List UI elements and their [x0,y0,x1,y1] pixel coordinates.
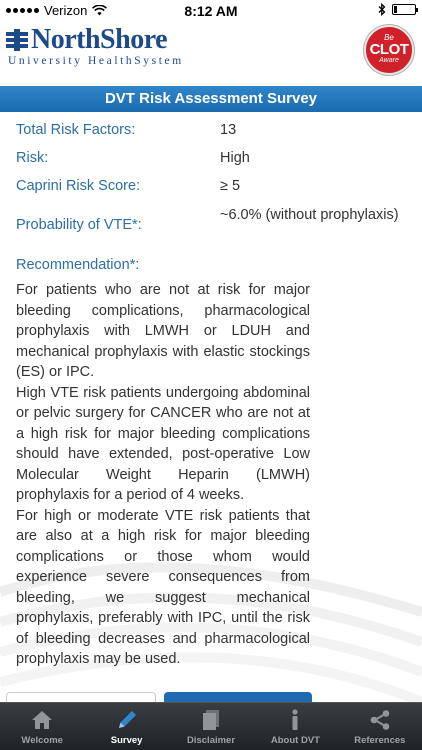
tab-bar: Welcome Survey Disclaimer About DVT Refe… [0,702,422,750]
battery-level [394,6,397,13]
logo-name: NorthShore [31,24,168,55]
vte-probability-value: ~6.0% (without prophylaxis) [220,207,399,223]
northshore-logo: NorthShore University HealthSystem [6,26,221,67]
risk-value: High [220,150,250,166]
risk-label: Risk: [16,150,49,166]
tab-label: Welcome [21,735,63,746]
badge-line3: Aware [379,57,399,64]
recommendation-paragraph: For patients who are not at risk for maj… [16,282,310,380]
tab-label: Disclaimer [186,735,236,746]
tab-disclaimer[interactable]: Disclaimer [169,703,253,750]
page-title: DVT Risk Assessment Survey [0,86,422,112]
northshore-logo-icon [6,29,28,51]
tab-about-dvt[interactable]: About DVT [253,703,337,750]
caprini-score-label: Caprini Risk Score: [16,178,141,194]
app-header: NorthShore University HealthSystem Be CL… [0,22,422,84]
badge-line2: CLOT [369,41,409,58]
recommendation-paragraph: High VTE risk patients undergoing abdomi… [16,384,310,504]
bluetooth-icon [378,3,386,16]
secondary-button[interactable] [6,692,156,702]
pencil-icon [118,711,136,728]
document-icon [203,710,220,730]
tab-references[interactable]: References [338,703,422,750]
share-icon [370,710,390,730]
battery-icon [392,4,418,15]
total-risk-factors-value: 13 [220,122,237,138]
logo-subtitle: University HealthSystem [8,55,184,67]
tab-welcome[interactable]: Welcome [0,703,84,750]
home-icon [32,711,53,729]
tab-survey[interactable]: Survey [84,703,168,750]
recommendation-paragraph: For high or moderate VTE risk patients t… [16,507,310,668]
recommendation-label: Recommendation*: [16,257,140,273]
primary-button[interactable] [164,692,312,702]
vte-probability-label: Probability of VTE*: [16,217,142,233]
status-right [378,3,418,16]
status-time: 8:12 AM [184,3,238,19]
caprini-score-value: ≥ 5 [220,178,241,194]
total-risk-factors-label: Total Risk Factors: [16,122,136,138]
tab-label: References [354,735,406,746]
tab-label: Survey [110,735,143,746]
tab-label: About DVT [270,735,320,746]
info-icon [292,709,299,730]
recommendation-text: For patients who are not at risk for maj… [16,280,310,670]
survey-results[interactable]: Total Risk Factors: 13 Risk: High Caprin… [0,112,422,702]
status-bar: Verizon 8:12 AM [0,0,422,22]
be-clot-aware-badge[interactable]: Be CLOT Aware [364,25,414,75]
